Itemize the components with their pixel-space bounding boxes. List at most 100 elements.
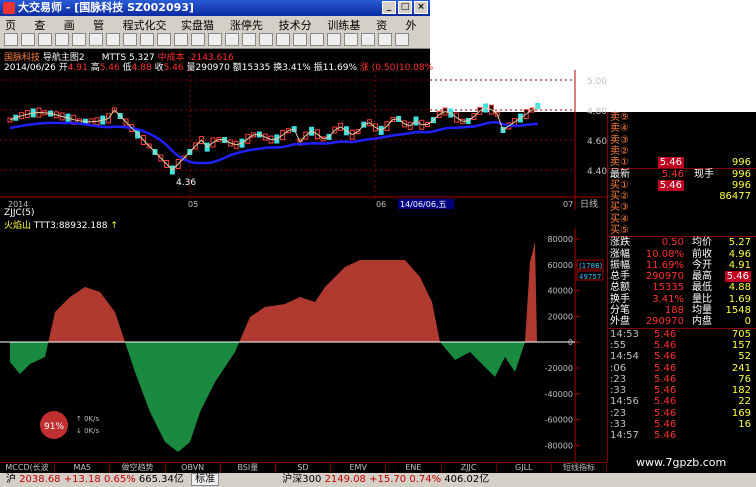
tab-sd[interactable]: SD [276,463,332,473]
tool-icon[interactable] [72,33,86,46]
price-tick: 4.80 [587,107,607,117]
tool-icon[interactable] [191,33,205,46]
tick-row: :23 5.46 169 [608,408,756,419]
title-bar: 大交易师 - [国脉科技 SZ002093] _ □ × [0,0,430,16]
toolbar [0,31,430,49]
stat-label: 量比 [692,293,712,305]
menu-manage[interactable]: 管理 [88,16,117,48]
tool-icon[interactable] [89,33,103,46]
indicator-tabs: MCCD(长波 MA5 做空趋势 OBVN BSI量 SD EMV ENE ZJ… [0,462,608,473]
menu-plugin[interactable]: 外挂 [401,16,430,48]
tick-time: 14:57 [610,430,639,442]
menu-page[interactable]: 页面 [0,16,29,48]
level-volume: 996 [731,157,751,169]
tab-gjll[interactable]: GJLL [497,463,552,473]
tab-bsi[interactable]: BSI量 [221,463,276,473]
hs300-amount: 406.02亿 [444,474,490,485]
tick-time: :33 [610,385,627,397]
tab-obvn[interactable]: OBVN [166,463,221,473]
price-tick: 4.60 [587,137,607,147]
menu-news[interactable]: 资讯 [371,16,400,48]
tick-price: 5.46 [654,362,677,374]
stat-label: 前收 [692,248,712,260]
tick-price: 5.46 [654,407,677,419]
menu-live-track[interactable]: 实盘猫庄 [176,16,225,48]
menu-limit-up[interactable]: 涨停先锋 [225,16,274,48]
minimize-button[interactable]: _ [382,1,396,14]
tick-row: :23 5.46 76 [608,374,756,385]
window-title: 大交易师 - [国脉科技 SZ002093] [18,1,194,14]
tool-icon[interactable] [242,33,256,46]
tab-short-indicator[interactable]: 短线指标 [552,463,608,473]
date-tick: 05 [188,200,198,209]
menu-training[interactable]: 训练基地 [322,16,371,48]
close-button[interactable]: × [414,1,428,14]
tool-icon[interactable] [4,33,18,46]
tool-icon[interactable] [38,33,52,46]
tool-icon[interactable] [123,33,137,46]
tool-icon[interactable] [55,33,69,46]
tool-icon[interactable] [344,33,358,46]
menu-tech-analysis[interactable]: 技术分析 [274,16,323,48]
menu-program-trade[interactable]: 程式化交易 [118,16,176,48]
price-chart[interactable]: 4.36 5.00 4.80 4.60 4.40 2014 05 06 14/0… [0,70,607,210]
stat-value: 188 [664,305,684,317]
mode-button[interactable]: 标准 [191,473,220,486]
ask-row: 卖② [608,146,756,157]
level-label: 买① [610,179,629,191]
period-label[interactable]: 日线 [580,198,598,210]
price-tick: 5.00 [587,77,607,87]
tick-row: 14:56 5.46 22 [608,396,756,407]
tool-icon[interactable] [21,33,35,46]
tool-icon[interactable] [395,33,409,46]
indicator-chart[interactable]: 80000 60000 40000 20000 0 -20000 -40000 -60000 -… [0,228,607,462]
tool-icon[interactable] [276,33,290,46]
stat-label: 外盘 [610,316,630,328]
tool-icon[interactable] [378,33,392,46]
indicator-name[interactable]: ZJJC(5) [4,208,35,218]
tool-icon[interactable] [174,33,188,46]
tick-time: :55 [610,339,627,351]
level-label: 卖① [610,157,629,169]
tab-short-trend[interactable]: 做空趋势 [110,463,166,473]
tool-icon[interactable] [310,33,324,46]
cpu-percent: 91% [44,422,64,432]
ask-row: 卖① 5.46 996 [608,157,756,169]
ask-row: 卖④ [608,123,756,134]
menu-view[interactable]: 查看 [29,16,58,48]
stat-value: 0.50 [661,237,684,249]
tool-icon[interactable] [208,33,222,46]
tick-volume: 705 [731,328,751,340]
tab-mccd[interactable]: MCCD(长波 [0,463,56,473]
tool-icon[interactable] [293,33,307,46]
tool-icon[interactable] [361,33,375,46]
bid-row: 买⑤ [608,225,756,236]
menu-screen[interactable]: 画面 [59,16,88,48]
stat-label: 振幅 [610,259,630,271]
tool-icon[interactable] [106,33,120,46]
tool-icon[interactable] [327,33,341,46]
stat-label: 总额 [610,282,630,294]
tool-icon[interactable] [259,33,273,46]
tab-zjjc[interactable]: ZJJC [442,463,497,473]
hs300-label[interactable]: 沪深300 [282,474,321,485]
sh-label[interactable]: 沪 [6,474,16,485]
maximize-button[interactable]: □ [398,1,412,14]
bid-row: 买④ [608,214,756,225]
stat-row: 涨跌 0.50 均价 5.27 [608,237,756,248]
indicator-tick-label: 20000 [548,312,573,321]
tab-ene[interactable]: ENE [386,463,442,473]
tick-price: 5.46 [654,339,677,351]
tab-emv[interactable]: EMV [331,463,387,473]
tick-volume: 169 [731,407,751,419]
tool-icon[interactable] [140,33,154,46]
tool-icon[interactable] [225,33,239,46]
ask-row: 卖⑤ [608,112,756,123]
tick-volume: 76 [738,373,751,385]
date-tick: 06 [376,200,386,209]
stat-label: 最低 [692,282,712,294]
tab-ma5[interactable]: MA5 [55,463,111,473]
stat-value: 11.69% [645,259,684,271]
level-label: 卖② [610,145,629,157]
tool-icon[interactable] [157,33,171,46]
